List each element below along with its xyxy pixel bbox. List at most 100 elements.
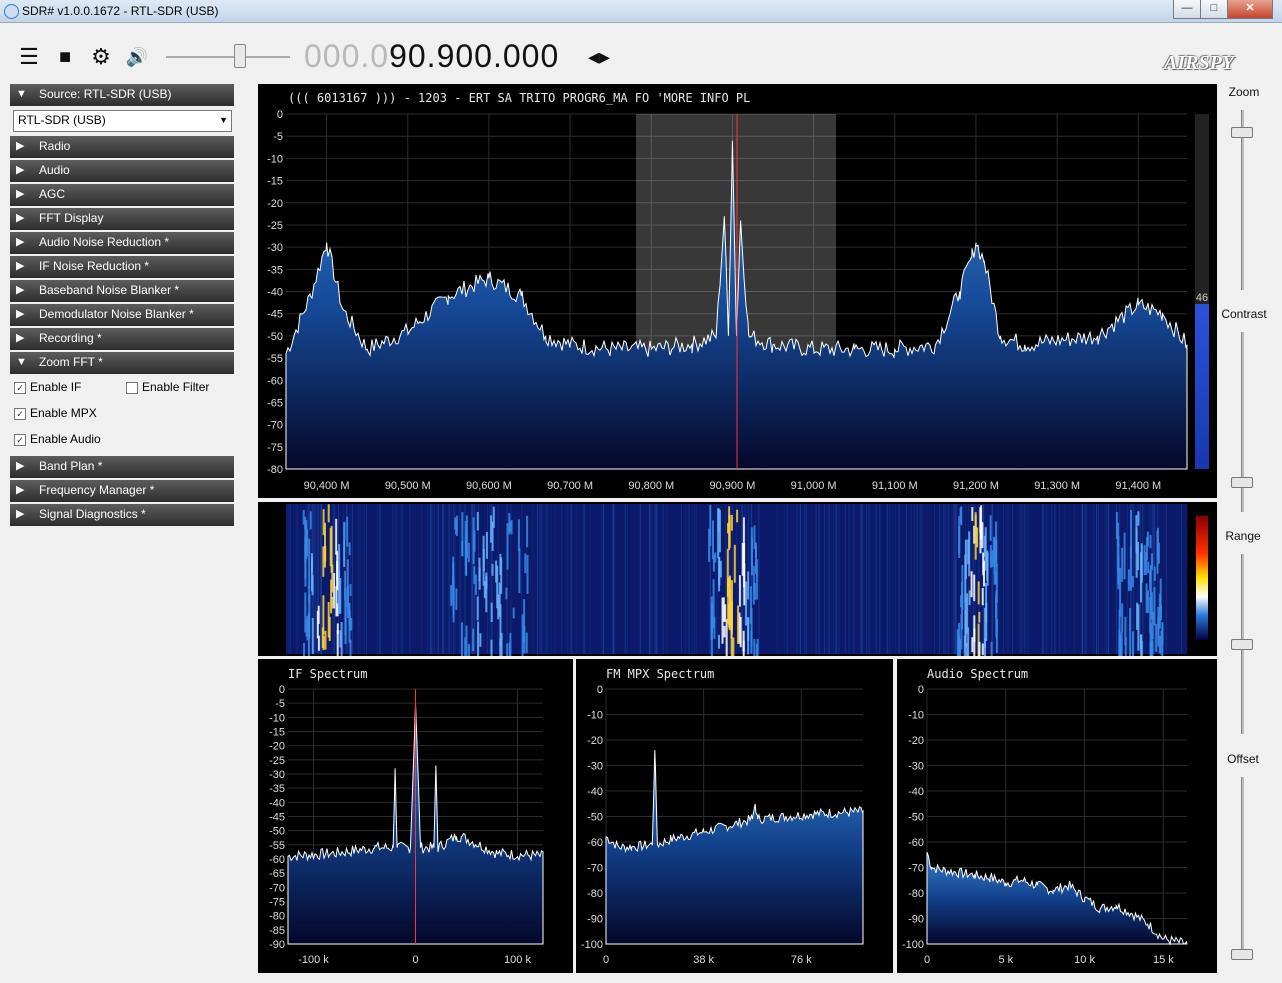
offset-slider-track[interactable]	[1241, 777, 1244, 959]
gear-icon[interactable]: ⚙	[88, 44, 114, 70]
waterfall-noise-streak	[889, 504, 891, 654]
panel-header-frequency-manager[interactable]: ▶ Frequency Manager *	[10, 480, 234, 502]
waterfall-signal-streak	[461, 622, 463, 670]
frequency-digits[interactable]: 90.900.000	[389, 38, 559, 74]
waterfall-signal-streak	[727, 523, 729, 534]
panel-header-recording[interactable]: ▶ Recording *	[10, 328, 234, 350]
source-select[interactable]: RTL-SDR (USB) ▼	[13, 110, 232, 132]
waterfall-noise-streak	[848, 504, 850, 654]
panel-header-fft-display[interactable]: ▶ FFT Display	[10, 208, 234, 230]
fm-mpx-spectrum-svg[interactable]: 0-10-20-30-40-50-60-70-80-90-1000 38 k 76 …	[576, 659, 893, 973]
waterfall-noise-streak	[451, 504, 452, 654]
waterfall-noise-streak	[575, 504, 577, 654]
frequency-display[interactable]: 000.090.900.000	[304, 38, 559, 75]
main-spectrum-panel[interactable]: FM Broadcast 46 ((( 6013167 ))) - 1203 -…	[258, 84, 1217, 498]
waterfall-noise-streak	[1007, 504, 1009, 654]
waterfall-signal-streak	[958, 526, 961, 558]
waterfall-noise-streak	[868, 504, 870, 654]
panel-header-agc[interactable]: ▶ AGC	[10, 184, 234, 206]
waterfall-noise-streak	[571, 504, 573, 654]
waterfall-noise-streak	[835, 504, 837, 654]
panel-header-label: Radio	[39, 139, 71, 153]
waterfall-signal-streak	[476, 512, 479, 531]
y-tick-label: -50	[269, 826, 285, 838]
enable-audio-checkbox[interactable]: ✓	[14, 434, 26, 446]
waterfall-noise-streak	[688, 504, 690, 654]
menu-icon[interactable]: ☰	[16, 44, 42, 70]
waterfall-signal-streak	[977, 581, 980, 605]
enable-filter-checkbox[interactable]	[126, 382, 138, 394]
waterfall-signal-streak	[742, 640, 745, 661]
minimize-button[interactable]: —	[1173, 0, 1201, 19]
waterfall-signal-streak	[344, 597, 347, 645]
waterfall-noise-streak	[583, 504, 585, 654]
waterfall-signal-streak	[1132, 631, 1134, 678]
waterfall-signal-streak	[500, 632, 503, 662]
panel-header-demodulator-noise-blanker[interactable]: ▶ Demodulator Noise Blanker *	[10, 304, 234, 326]
y-tick-label: -60	[908, 837, 924, 849]
zoom-option-row-2: ✓ Enable MPX	[10, 402, 234, 428]
chart-title: IF Spectrum	[288, 667, 367, 681]
frequency-step-arrows-icon[interactable]: ◂▸	[588, 44, 610, 70]
fm-mpx-spectrum-panel[interactable]: 0 -10 -20 -30 -40 -50 -60 -70 -80 -90 -100 0 38 k 76 …	[576, 659, 893, 973]
waterfall-svg[interactable]	[258, 502, 1217, 694]
window-title: SDR# v1.0.0.1672 - RTL-SDR (USB)	[22, 4, 219, 18]
stop-icon[interactable]: ■	[52, 44, 78, 70]
panel-header-source[interactable]: ▼ Source: RTL-SDR (USB)	[10, 84, 234, 106]
waterfall-signal-streak	[995, 540, 998, 567]
zoom-slider-thumb[interactable]	[1231, 127, 1253, 138]
dropdown-arrow-icon[interactable]: ▼	[219, 111, 228, 129]
frequency-leading-digits[interactable]: 000.0	[304, 38, 389, 74]
close-button[interactable]: ✕	[1227, 0, 1273, 19]
waterfall-signal-streak	[725, 619, 728, 668]
volume-slider-thumb[interactable]	[234, 44, 247, 68]
panel-header-band-plan[interactable]: ▶ Band Plan *	[10, 456, 234, 478]
audio-spectrum-panel[interactable]: 0 -10 -20 -30 -40 -50 -60 -70 -80 -90 -100 0 5 k 10 k…	[897, 659, 1217, 973]
panel-header-zoom-fft[interactable]: ▼ Zoom FFT *	[10, 352, 234, 374]
y-tick-label: -45	[269, 812, 285, 824]
waterfall-panel[interactable]	[258, 502, 1217, 694]
panel-header-baseband-noise-blanker[interactable]: ▶ Baseband Noise Blanker *	[10, 280, 234, 302]
waterfall-noise-streak	[1054, 504, 1056, 654]
waterfall-signal-streak	[1121, 547, 1124, 582]
maximize-button[interactable]: □	[1200, 0, 1228, 19]
main-spectrum-svg[interactable]: FM Broadcast 46 ((( 6013167 ))) - 1203 -…	[258, 84, 1217, 498]
waterfall-noise-streak	[589, 504, 591, 654]
range-slider-thumb[interactable]	[1231, 639, 1253, 650]
contrast-slider-thumb[interactable]	[1231, 476, 1253, 488]
panel-header-radio[interactable]: ▶ Radio	[10, 136, 234, 158]
waterfall-noise-streak	[314, 504, 316, 654]
collapse-triangle-icon: ▼	[16, 356, 27, 368]
audio-spectrum-svg[interactable]: 0-10-20-30-40-50-60-70-80-90-1000 5 k 10 k…	[897, 659, 1217, 973]
enable-if-checkbox[interactable]: ✓	[14, 382, 26, 394]
waterfall-signal-streak	[973, 628, 976, 643]
offset-slider-thumb[interactable]	[1231, 949, 1253, 960]
expand-triangle-icon: ▶	[16, 484, 25, 496]
volume-slider-track[interactable]	[166, 56, 290, 58]
y-tick-label: -50	[908, 812, 924, 824]
if-spectrum-panel[interactable]: 0 -5 -10 -15 -20 -25 -30 -35 -40 -45 -50 -55 -60 -65 -…	[258, 659, 573, 973]
y-tick-label: -20	[269, 741, 285, 753]
panel-header-audio[interactable]: ▶ Audio	[10, 160, 234, 182]
waterfall-signal-streak	[743, 563, 746, 606]
waterfall-noise-streak	[1165, 504, 1167, 654]
waterfall-signal-streak	[1146, 536, 1148, 561]
x-tick-label: 91,000 M	[791, 480, 837, 492]
waterfall-signal-streak	[971, 507, 974, 521]
waterfall-signal-streak	[1118, 609, 1121, 640]
if-spectrum-svg[interactable]: 0 -5 -10 -15 -20 -25 -30 -35 -40 -45 -50 -55 -60 -65 -…	[258, 659, 573, 973]
waterfall-noise-streak	[1042, 504, 1044, 654]
enable-mpx-checkbox[interactable]: ✓	[14, 408, 26, 420]
y-tick-label: -40	[269, 797, 285, 809]
volume-icon[interactable]: 🔊	[124, 44, 150, 70]
waterfall-signal-streak	[304, 543, 307, 580]
panel-header-if-noise-reduction[interactable]: ▶ IF Noise Reduction *	[10, 256, 234, 278]
panel-header-signal-diagnostics[interactable]: ▶ Signal Diagnostics *	[10, 504, 234, 526]
enable-if-label: Enable IF	[30, 380, 82, 394]
waterfall-signal-streak	[521, 614, 524, 662]
panel-header-audio-noise-reduction[interactable]: ▶ Audio Noise Reduction *	[10, 232, 234, 254]
waterfall-signal-streak	[348, 542, 351, 556]
y-tick-label: -90	[587, 914, 603, 926]
panel-header-label: Audio Noise Reduction *	[39, 235, 170, 249]
expand-triangle-icon: ▶	[16, 508, 25, 520]
